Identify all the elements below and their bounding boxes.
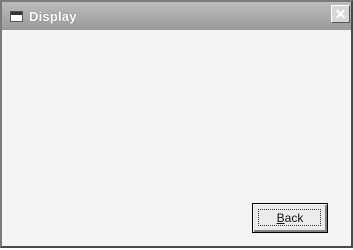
close-button[interactable]: ✕ — [331, 5, 350, 23]
title-bar[interactable]: Display ✕ — [2, 2, 351, 30]
back-button[interactable]: Back — [252, 203, 328, 233]
display-window: Display ✕ Back — [0, 0, 353, 248]
window-icon — [10, 10, 23, 22]
back-button-label: Back — [276, 211, 304, 225]
client-area: Back — [2, 30, 351, 246]
window-title: Display — [29, 8, 77, 24]
close-icon: ✕ — [334, 6, 347, 22]
